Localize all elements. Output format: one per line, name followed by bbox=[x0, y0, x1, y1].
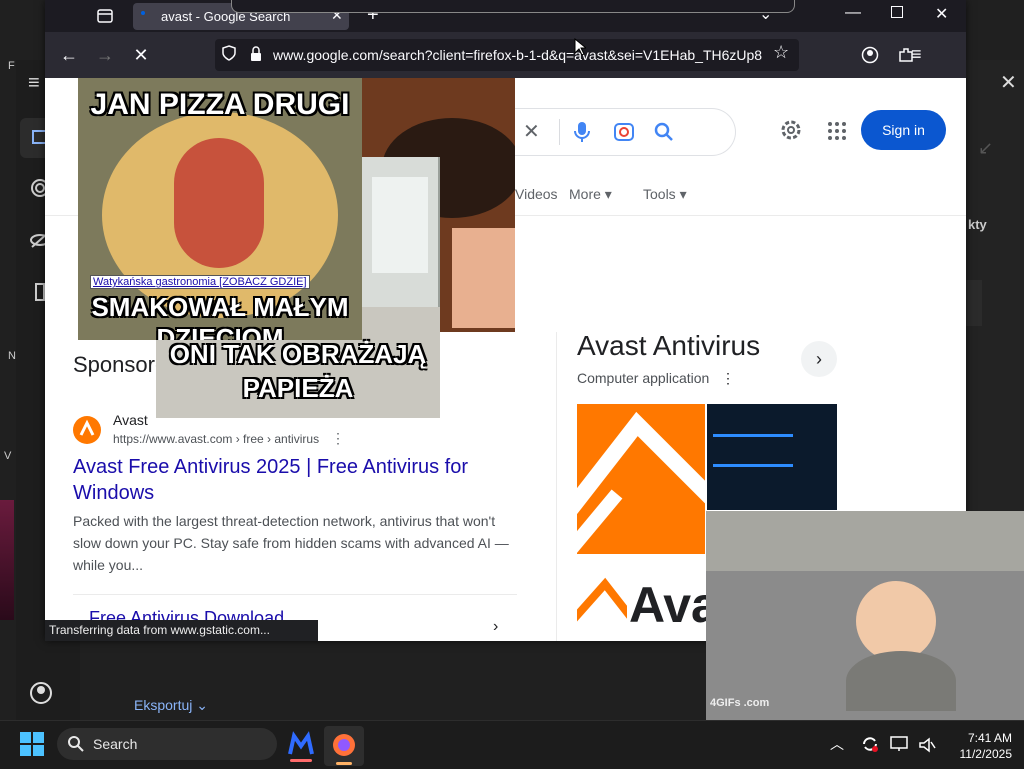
lock-icon[interactable] bbox=[249, 45, 263, 66]
kp-screenshot-image[interactable] bbox=[707, 404, 837, 510]
tab-videos[interactable]: Videos bbox=[515, 186, 558, 202]
tab-loading-icon bbox=[141, 11, 145, 15]
network-icon[interactable] bbox=[890, 735, 910, 758]
knowledge-panel-subtitle: Computer application bbox=[577, 370, 710, 386]
kp-screenshot-bar bbox=[713, 434, 793, 437]
maximize-icon[interactable] bbox=[891, 6, 903, 18]
export-button[interactable]: Eksportuj ⌄ bbox=[134, 697, 208, 714]
background-side-text: kty bbox=[968, 217, 987, 232]
sign-in-button[interactable]: Sign in bbox=[861, 110, 946, 150]
background-panel-row bbox=[966, 280, 982, 326]
result-site-name: Avast bbox=[113, 412, 148, 428]
mouse-cursor-icon bbox=[574, 37, 588, 61]
forward-icon[interactable]: → bbox=[89, 39, 121, 71]
url-bar[interactable]: www.google.com/search?client=firefox-b-1… bbox=[215, 39, 799, 71]
meme-monitor bbox=[362, 157, 438, 307]
gif-body bbox=[846, 651, 956, 711]
kp-next-button[interactable]: › bbox=[801, 341, 837, 377]
meme-pizza-image: JAN PIZZA DRUGI Watykańska gastronomia [… bbox=[78, 78, 362, 340]
tab-more[interactable]: More ▾ bbox=[569, 186, 612, 203]
extensions-icon[interactable] bbox=[897, 46, 915, 69]
tab-strip: avast - Google Search ✕ + ⌄ — ✕ bbox=[45, 0, 966, 32]
gif-face bbox=[856, 581, 936, 661]
result-title-link[interactable]: Avast Free Antivirus 2025 | Free Antivir… bbox=[73, 454, 533, 506]
result-snippet: Packed with the largest threat-detection… bbox=[73, 513, 509, 573]
tab-tools[interactable]: Tools ▾ bbox=[643, 186, 687, 203]
taskbar-search-label: Search bbox=[93, 736, 138, 752]
mic-icon[interactable] bbox=[573, 120, 591, 149]
windows-start-icon[interactable] bbox=[20, 732, 44, 761]
avast-favicon bbox=[73, 416, 101, 449]
bg-letter-N: N bbox=[8, 350, 16, 362]
window-close-icon[interactable]: ✕ bbox=[935, 4, 948, 24]
shield-icon[interactable] bbox=[221, 44, 237, 65]
tab-list-icon[interactable] bbox=[95, 6, 115, 31]
settings-gear-icon[interactable] bbox=[779, 118, 803, 147]
account-icon[interactable] bbox=[861, 46, 879, 69]
taskbar-search[interactable]: Search bbox=[57, 728, 277, 760]
meme1-caption-link[interactable]: Watykańska gastronomia [ZOBACZ GDZIE] bbox=[90, 275, 310, 289]
taskbar-running-indicator bbox=[336, 762, 352, 765]
clear-search-icon[interactable]: ✕ bbox=[523, 119, 540, 144]
meme-monitor-screen bbox=[372, 177, 428, 273]
account-icon[interactable] bbox=[28, 680, 54, 711]
sync-icon[interactable] bbox=[860, 734, 880, 759]
lens-icon[interactable] bbox=[613, 121, 635, 148]
status-text: Transferring data from www.gstatic.com..… bbox=[49, 623, 270, 637]
list-all-tabs-icon[interactable]: ⌄ bbox=[759, 4, 772, 24]
kp-screenshot-bar bbox=[713, 464, 793, 467]
hamburger-icon[interactable]: ≡ bbox=[28, 72, 40, 95]
arrow-icon: ↙ bbox=[978, 138, 994, 158]
overlay-photo-shape bbox=[452, 228, 515, 328]
url-text[interactable]: www.google.com/search?client=firefox-b-1… bbox=[273, 47, 765, 63]
result-more-icon[interactable]: ⋮ bbox=[331, 430, 345, 447]
firefox-taskbar-icon[interactable] bbox=[324, 726, 364, 766]
sitelink-divider bbox=[73, 594, 517, 595]
volume-muted-icon[interactable] bbox=[918, 736, 936, 759]
clock-date: 11/2/2025 bbox=[959, 747, 1013, 761]
apps-grid-icon[interactable] bbox=[827, 121, 847, 146]
stop-loading-icon[interactable]: ✕ bbox=[125, 39, 157, 71]
sitelink-chevron-icon[interactable]: › bbox=[493, 618, 498, 636]
show-hidden-icons-icon[interactable]: ︿ bbox=[830, 734, 844, 754]
minimize-icon[interactable]: — bbox=[845, 4, 861, 22]
meme1-top-text: JAN PIZZA DRUGI bbox=[90, 88, 350, 121]
malwarebytes-icon[interactable] bbox=[286, 730, 316, 762]
search-icon[interactable] bbox=[653, 121, 675, 148]
taskbar-running-indicator bbox=[290, 759, 312, 762]
taskbar-clock[interactable]: 7:41 AM 11/2/2025 bbox=[946, 730, 1013, 762]
kp-more-icon[interactable]: ⋮ bbox=[721, 370, 735, 387]
gif-background-top bbox=[706, 511, 1024, 571]
gif-watermark: 4GIFs .com bbox=[710, 697, 770, 709]
clock-time: 7:41 AM bbox=[967, 731, 1012, 745]
overlay-gif-image: 4GIFs .com bbox=[706, 511, 1024, 720]
overlay-popup-edge bbox=[231, 0, 795, 13]
search-box-divider bbox=[559, 119, 560, 145]
desktop-wallpaper-strip bbox=[0, 500, 14, 620]
bg-letter-V: V bbox=[4, 450, 12, 462]
knowledge-panel-divider bbox=[556, 332, 557, 641]
bookmark-star-icon[interactable]: ☆ bbox=[773, 42, 789, 63]
kp-avast-logo-image[interactable] bbox=[577, 404, 705, 554]
meme1-bottom-text: SMAKOWAŁ MAŁYM DZIECIOM bbox=[91, 292, 349, 340]
result-url[interactable]: https://www.avast.com › free › antivirus bbox=[113, 432, 319, 446]
close-icon[interactable]: ✕ bbox=[1000, 70, 1017, 95]
search-icon bbox=[67, 735, 85, 756]
meme-pizza-face bbox=[174, 138, 264, 268]
status-bar: Transferring data from www.gstatic.com..… bbox=[45, 620, 318, 641]
bg-letter-F: F bbox=[8, 60, 15, 72]
back-icon[interactable]: ← bbox=[53, 39, 85, 71]
knowledge-panel-title: Avast Antivirus bbox=[577, 330, 761, 361]
meme2-caption: ONI TAK OBRAŻAJĄ PAPIEŻA bbox=[169, 339, 427, 403]
